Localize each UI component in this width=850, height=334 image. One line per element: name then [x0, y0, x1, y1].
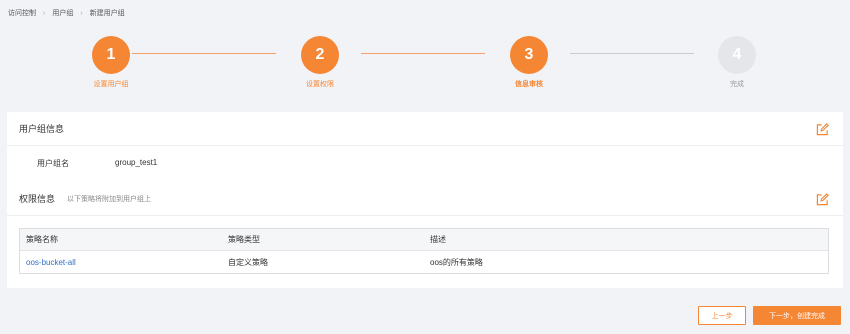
step-connector-2 — [361, 53, 485, 54]
review-panel: 用户组信息 用户组名 group_test1 权限信息 以下策略将附加到用户组上… — [7, 112, 843, 288]
group-name-label: 用户组名 — [37, 159, 69, 168]
group-name-value: group_test1 — [115, 158, 158, 167]
breadcrumb-item-access-control[interactable]: 访问控制 — [8, 8, 36, 18]
step-connector-3 — [570, 53, 694, 54]
permission-info-title: 权限信息 — [19, 194, 56, 204]
step-4-circle: 4 — [718, 36, 756, 74]
step-1-circle: 1 — [92, 36, 130, 74]
breadcrumb: 访问控制 › 用户组 › 新建用户组 — [8, 7, 125, 19]
table-row: oos-bucket-all 自定义策略 oos的所有策略 — [20, 251, 828, 273]
group-info-title: 用户组信息 — [19, 124, 65, 134]
chevron-right-icon: › — [80, 9, 83, 17]
step-3: 3 信息审核 — [489, 36, 569, 89]
step-2-circle: 2 — [301, 36, 339, 74]
step-2-label: 设置权限 — [306, 81, 334, 88]
group-name-row: 用户组名 group_test1 — [37, 158, 157, 169]
chevron-right-icon: › — [43, 9, 46, 17]
step-3-label: 信息审核 — [515, 81, 543, 88]
edit-icon[interactable] — [816, 123, 829, 136]
wizard-steps: 1 设置用户组 2 设置权限 3 信息审核 4 完成 — [0, 36, 850, 96]
step-1: 1 设置用户组 — [71, 36, 151, 89]
permission-info-hint: 以下策略将附加到用户组上 — [67, 195, 152, 203]
step-connector-1 — [132, 53, 276, 54]
policy-desc-cell: oos的所有策略 — [430, 257, 483, 267]
policy-type-cell: 自定义策略 — [228, 257, 268, 267]
column-header-policy-name: 策略名称 — [26, 235, 58, 244]
permission-info-header: 权限信息 以下策略将附加到用户组上 — [7, 182, 843, 216]
step-1-label: 设置用户组 — [93, 81, 129, 88]
step-3-circle: 3 — [510, 36, 548, 74]
breadcrumb-item-new-group: 新建用户组 — [89, 10, 125, 17]
group-info-header: 用户组信息 — [7, 112, 843, 146]
policy-name-link[interactable]: oos-bucket-all — [26, 258, 76, 267]
prev-step-button[interactable]: 上一步 — [698, 306, 746, 325]
step-4-label: 完成 — [730, 81, 744, 88]
step-2: 2 设置权限 — [280, 36, 360, 89]
step-4: 4 完成 — [697, 36, 777, 89]
next-create-button[interactable]: 下一步，创建完成 — [753, 306, 841, 325]
column-header-policy-type: 策略类型 — [228, 235, 260, 244]
policy-table: 策略名称 策略类型 描述 oos-bucket-all 自定义策略 oos的所有… — [19, 228, 829, 274]
table-header-row: 策略名称 策略类型 描述 — [20, 229, 828, 251]
breadcrumb-item-user-group[interactable]: 用户组 — [52, 8, 73, 18]
column-header-description: 描述 — [430, 235, 446, 244]
edit-icon[interactable] — [816, 193, 829, 206]
